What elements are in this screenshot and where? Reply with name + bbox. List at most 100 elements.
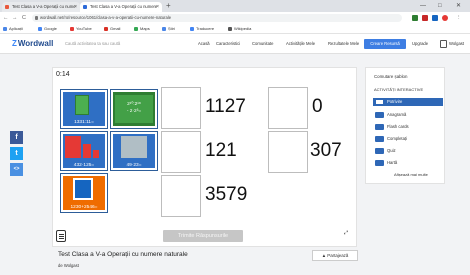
create-activity-button[interactable]: Creare Resursă [364,39,406,49]
extension-icon[interactable] [412,15,418,21]
show-more-link[interactable]: Afișează mai multe [394,172,428,177]
question-card[interactable]: 1331:11= [60,89,108,129]
chart-decor-icon [65,136,81,158]
template-icon [375,99,384,105]
answer-value[interactable]: 307 [310,140,342,162]
tab-title: Test Clasa a V-a Operații cu numere [90,4,158,9]
back-button[interactable]: ← [3,12,9,24]
template-option[interactable]: Hartă [373,159,443,167]
question-card[interactable]: 49·23= [110,131,158,171]
reload-button[interactable]: C [22,12,26,24]
more-menu-icon[interactable]: ⋮ [456,12,462,24]
submit-answers-button[interactable]: Trimite Răspunsurile [163,230,243,242]
extension-icon[interactable] [432,15,438,21]
card-label-line2: - 2·2³= [126,109,142,114]
menu-icon[interactable] [56,230,66,242]
answer-drop-slot[interactable] [161,131,201,173]
answer-drop-slot[interactable] [268,87,308,129]
account-menu[interactable]: Wolgast [440,39,464,49]
bookmark-item[interactable]: Maps [134,24,150,34]
chart-decor-icon [93,150,99,158]
close-icon[interactable]: × [156,2,159,12]
template-icon [375,160,384,166]
nav-my-activities[interactable]: Activitățile Mele [286,39,315,49]
bookmark-icon [3,27,7,31]
translate-icon [190,27,194,31]
bookmark-item[interactable]: Știri [162,24,175,34]
card-label: 1230+2546= [70,205,98,210]
answer-drop-slot[interactable] [161,175,201,217]
bookmark-item[interactable]: Wikipedia [228,24,251,34]
youtube-icon [70,27,74,31]
question-card[interactable]: 432·125= [60,131,108,171]
close-icon[interactable]: × [74,2,77,12]
twitter-share-icon[interactable]: t [10,147,23,160]
answer-drop-slot[interactable] [161,87,201,129]
tab-favicon-icon [83,5,87,9]
nav-my-results[interactable]: Rezultatele Mele [328,39,359,49]
bookmark-item[interactable]: Traducere [190,24,214,34]
picture-icon [73,178,93,200]
facebook-share-icon[interactable]: f [10,131,23,144]
wikipedia-icon [228,27,232,31]
url-input[interactable]: wordwall.net/ro/resource/1061/clasa-a-v-… [32,14,402,22]
close-window-button[interactable]: ✕ [456,0,461,12]
bookmark-item[interactable]: Gmail [104,24,120,34]
extension-icon[interactable] [422,15,428,21]
card-label: 49·23= [126,163,142,168]
timer: 0:14 [56,71,70,78]
author-label: de Wolgast [58,263,79,268]
nav-home[interactable]: Acasă [198,39,210,49]
address-bar-row: ← → C wordwall.net/ro/resource/1061/clas… [0,12,470,24]
minimize-button[interactable]: — [420,0,426,12]
site-header: ZWordwall Caută activitatea ta sau caută… [0,34,470,54]
nav-community[interactable]: Comunitate [252,39,273,49]
bookmark-item[interactable]: Google [38,24,57,34]
card-label: 2¹⁰:2¹⁸ [127,102,141,107]
browser-tab[interactable]: Test Clasa a V-a Operații cu nume × [2,2,80,12]
answer-value[interactable]: 1127 [205,96,246,118]
chalkboard-icon [75,95,89,115]
share-button[interactable]: ▲ Partajează [312,250,358,261]
tab-title: Test Clasa a V-a Operații cu nume [12,4,76,9]
answer-value[interactable]: 3579 [205,184,247,206]
google-icon [38,27,42,31]
tab-favicon-icon [5,5,9,9]
chart-decor-icon [83,144,91,158]
nav-features[interactable]: Caracteristici [216,39,240,49]
logo-icon: Z [12,39,17,48]
maximize-button[interactable]: □ [438,0,442,12]
new-tab-button[interactable]: + [166,1,171,11]
template-icon [375,112,384,118]
question-card[interactable]: 2¹⁰:2¹⁸ - 2·2³= [110,89,158,129]
template-icon [375,148,384,154]
maps-icon [134,27,138,31]
template-option[interactable]: Anagramă [373,111,443,119]
template-option[interactable]: Quiz [373,147,443,155]
fullscreen-icon[interactable]: ⤢ [341,231,351,241]
gmail-icon [104,27,108,31]
upgrade-link[interactable]: Upgrade [412,39,428,49]
user-icon [440,40,447,48]
card-label: 432·125= [73,163,95,168]
bookmark-item[interactable]: YouTube [70,24,92,34]
logo[interactable]: ZWordwall [12,38,53,50]
answer-value[interactable]: 121 [205,140,237,162]
template-icon [375,124,384,130]
bookmark-item[interactable]: Aplicații [3,24,23,34]
question-card[interactable]: 1230+2546= [60,173,108,213]
embed-share-icon[interactable]: <> [10,163,23,176]
browser-tab-active[interactable]: Test Clasa a V-a Operații cu numere × [80,2,162,12]
template-option-active[interactable]: Potrivire [373,98,443,106]
forward-button[interactable]: → [12,12,18,24]
answer-value[interactable]: 0 [312,96,323,118]
panel-title: Comutare șablon [374,74,408,79]
template-option[interactable]: Flash cards [373,123,443,131]
answer-drop-slot[interactable] [268,131,308,173]
template-option[interactable]: Completați [373,135,443,143]
browser-tab-strip: Test Clasa a V-a Operații cu nume × Test… [0,0,470,12]
game-frame: 0:14 1331:11= 2¹⁰:2¹⁸ - 2·2³= 432·125= 4… [52,67,357,247]
profile-icon[interactable] [442,15,448,21]
search-input[interactable]: Caută activitatea ta sau caută [62,39,182,49]
page-title: Test Clasa a V-a Operații cu numere natu… [58,251,188,258]
